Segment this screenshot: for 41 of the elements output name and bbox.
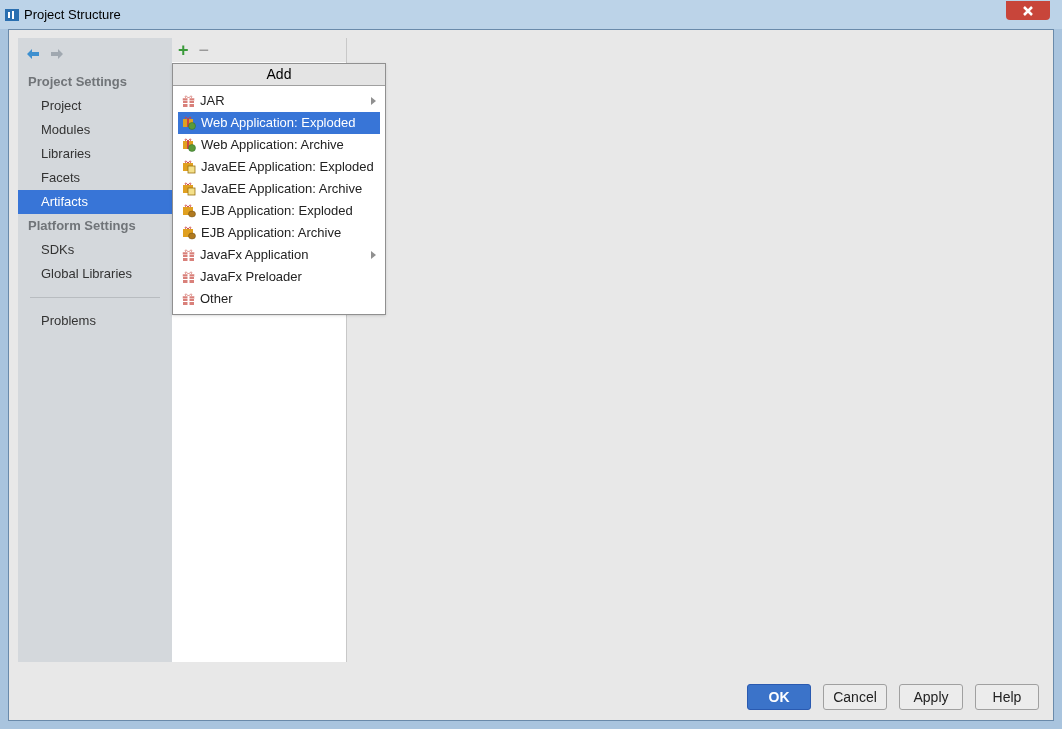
- app-logo-icon: [4, 6, 20, 23]
- dialog-button[interactable]: Cancel: [823, 684, 887, 710]
- menu-item[interactable]: JAR: [178, 90, 380, 112]
- menu-item[interactable]: JavaEE Application: Exploded: [178, 156, 380, 178]
- gift-bean-icon: [182, 226, 196, 240]
- gift-bean-icon: [182, 204, 196, 218]
- sidebar-item[interactable]: Modules: [18, 118, 172, 142]
- dialog-button[interactable]: Help: [975, 684, 1039, 710]
- close-icon: [1023, 5, 1033, 16]
- gift-icon: [182, 94, 195, 108]
- gift-icon: [182, 292, 195, 306]
- sidebar-item[interactable]: Project: [18, 94, 172, 118]
- sidebar-item[interactable]: Artifacts: [18, 190, 172, 214]
- sidebar-item[interactable]: Global Libraries: [18, 262, 172, 286]
- dialog-button[interactable]: Apply: [899, 684, 963, 710]
- ok-button[interactable]: OK: [747, 684, 811, 710]
- menu-item[interactable]: Other: [178, 288, 380, 310]
- section-header: Platform Settings: [27, 217, 137, 236]
- sidebar-item[interactable]: SDKs: [18, 238, 172, 262]
- menu-item[interactable]: EJB Application: Exploded: [178, 200, 380, 222]
- menu-item[interactable]: Web Application: Exploded: [178, 112, 380, 134]
- window-title: Project Structure: [24, 5, 121, 24]
- menu-item[interactable]: JavaFx Application: [178, 244, 380, 266]
- sidebar-item[interactable]: Libraries: [18, 142, 172, 166]
- menu-item[interactable]: JavaFx Preloader: [178, 266, 380, 288]
- gift-globe-icon: [182, 138, 196, 152]
- back-arrow-icon[interactable]: [26, 48, 40, 60]
- gift-icon: [182, 248, 195, 262]
- close-button[interactable]: [1006, 1, 1050, 20]
- menu-item[interactable]: JavaEE Application: Archive: [178, 178, 380, 200]
- menu-item[interactable]: EJB Application: Archive: [178, 222, 380, 244]
- sidebar-item[interactable]: Facets: [18, 166, 172, 190]
- sidebar-item[interactable]: Problems: [18, 309, 172, 333]
- gift-icon: [182, 270, 195, 284]
- popup-title: Add: [173, 64, 385, 86]
- menu-item[interactable]: Web Application: Archive: [178, 134, 380, 156]
- section-header: Project Settings: [27, 73, 128, 92]
- gift-jar-icon: [182, 160, 196, 174]
- gift-globe-icon: [182, 116, 196, 130]
- gift-jar-icon: [182, 182, 196, 196]
- forward-arrow-icon[interactable]: [50, 48, 64, 60]
